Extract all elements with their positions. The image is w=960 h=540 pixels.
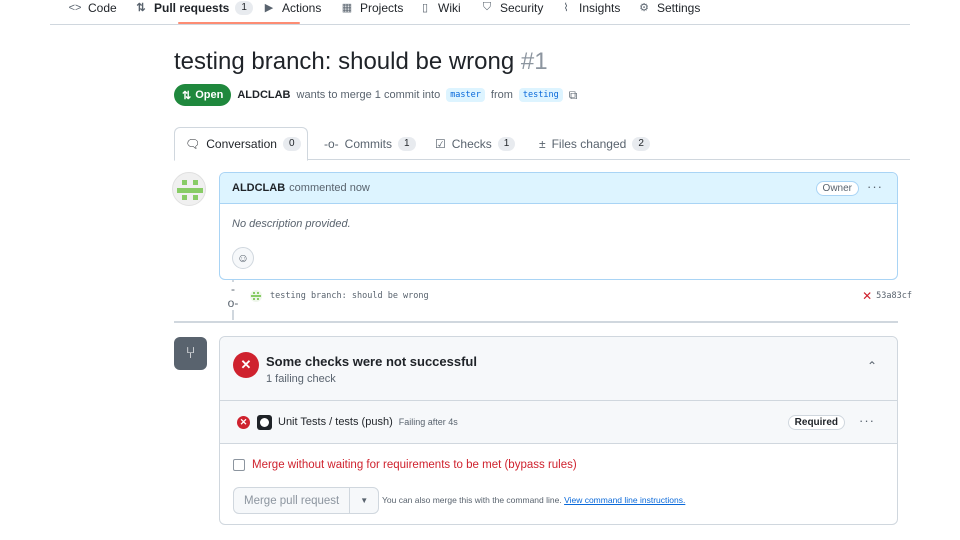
nav-item-insights[interactable]: ⌇ Insights <box>559 0 620 15</box>
code-icon: <> <box>68 1 82 14</box>
tab-count: 0 <box>282 137 301 151</box>
failure-x-icon[interactable]: ✕ <box>862 289 872 303</box>
chevron-up-icon[interactable]: ⌃ <box>867 359 877 373</box>
merge-pull-request-button[interactable]: Merge pull request <box>234 488 351 513</box>
repo-nav: <> Code ⇅ Pull requests 1 ▶ Actions ▦ Pr… <box>50 0 910 25</box>
pr-number: #1 <box>520 48 548 75</box>
nav-item-settings[interactable]: ⚙ Settings <box>637 0 700 15</box>
nav-item-label: Projects <box>360 0 404 15</box>
nav-item-pull-requests[interactable]: ⇅ Pull requests 1 <box>134 0 253 15</box>
base-branch[interactable]: master <box>446 88 485 102</box>
nav-item-label: Code <box>88 0 117 15</box>
tab-label: Checks <box>451 136 492 151</box>
tab-label: Commits <box>344 136 393 151</box>
checklist-icon: ☑ <box>435 136 446 151</box>
commit-icon: -o- <box>226 282 240 310</box>
status-badge: ⇅ Open <box>174 84 232 106</box>
merge-button-group: Merge pull request ▼ <box>233 487 380 514</box>
tab-commits[interactable]: -o- Commits 1 <box>314 127 426 160</box>
bypass-label[interactable]: Merge without waiting for requirements t… <box>252 459 577 471</box>
book-icon: ▯ <box>421 2 429 14</box>
tab-label: Files changed <box>551 136 627 151</box>
page-title: testing branch: should be wrong #1 <box>174 48 548 76</box>
timeline-commit: -o- testing branch: should be wrong ✕ 53… <box>226 282 912 310</box>
command-line-hint-text: You can also merge this with the command… <box>382 495 562 505</box>
nav-item-projects[interactable]: ▦ Projects <box>340 0 404 15</box>
status-badge-label: Open <box>195 89 224 101</box>
check-name[interactable]: Unit Tests / tests (push) <box>278 416 393 428</box>
pull-request-icon: ⇅ <box>136 2 146 14</box>
nav-item-label: Actions <box>282 0 322 15</box>
merge-text: wants to merge 1 commit into <box>296 89 441 101</box>
commit-sha[interactable]: 53a83cf <box>876 291 912 301</box>
gear-icon: ⚙ <box>639 2 649 14</box>
triangle-down-icon: ▼ <box>360 496 369 505</box>
smiley-icon: ☺ <box>236 251 250 265</box>
commit-sha-group: ✕ 53a83cf <box>862 289 912 303</box>
shield-icon: ⛉ <box>482 1 492 13</box>
nav-item-code[interactable]: <> Code <box>68 0 117 15</box>
pr-author-link[interactable]: ALDCLAB <box>237 89 290 101</box>
nav-item-actions[interactable]: ▶ Actions <box>262 0 322 15</box>
comment-header: ALDCLAB commented now Owner ··· <box>220 173 897 204</box>
copy-icon[interactable]: ⧉ <box>569 88 578 103</box>
table-icon: ▦ <box>341 2 353 14</box>
file-diff-icon: ± <box>539 136 546 151</box>
nav-item-label: Insights <box>579 0 621 15</box>
active-nav-underline <box>178 22 300 24</box>
timeline-divider <box>174 321 898 323</box>
bypass-rules-option[interactable]: Merge without waiting for requirements t… <box>233 459 577 471</box>
play-icon: ▶ <box>264 2 274 14</box>
nav-item-security[interactable]: ⛉ Security <box>480 0 543 15</box>
graph-icon: ⌇ <box>563 2 569 14</box>
command-line-hint: You can also merge this with the command… <box>382 495 685 505</box>
tab-count: 1 <box>497 136 516 151</box>
comment-timestamp[interactable]: commented now <box>289 182 370 194</box>
checks-title: Some checks were not successful <box>266 354 477 369</box>
github-icon <box>257 414 272 430</box>
add-reaction-button[interactable]: ☺ <box>232 247 254 269</box>
comment-author[interactable]: ALDCLAB <box>232 182 285 194</box>
pr-state-row: ⇅ Open ALDCLAB wants to merge 1 commit i… <box>174 84 577 106</box>
comment-body: No description provided. <box>232 218 351 230</box>
nav-item-label: Security <box>500 0 544 15</box>
nav-item-label: Wiki <box>438 0 461 15</box>
nav-item-label: Pull requests <box>154 0 230 15</box>
commit-icon: -o- <box>324 136 339 151</box>
git-merge-icon: ⑂ <box>174 337 207 370</box>
tab-count: 1 <box>398 136 416 151</box>
tab-count: 2 <box>632 136 650 151</box>
merge-from-text: from <box>490 89 513 101</box>
merge-dropdown-button[interactable]: ▼ <box>350 488 378 513</box>
check-item: ✕ Unit Tests / tests (push) Failing afte… <box>220 401 897 444</box>
bypass-checkbox[interactable] <box>233 459 245 471</box>
failure-x-icon: ✕ <box>233 352 259 378</box>
nav-item-wiki[interactable]: ▯ Wiki <box>418 0 461 15</box>
command-line-instructions-link[interactable]: View command line instructions. <box>564 495 685 505</box>
tab-label: Conversation <box>206 137 277 151</box>
check-status: Failing after 4s <box>398 417 458 427</box>
required-badge: Required <box>787 415 845 430</box>
commit-message[interactable]: testing branch: should be wrong <box>270 291 429 301</box>
kebab-menu-icon[interactable]: ··· <box>859 413 875 428</box>
avatar[interactable] <box>172 172 206 206</box>
merge-box: ✕ Some checks were not successful 1 fail… <box>219 336 898 525</box>
pull-request-icon: ⇅ <box>182 89 192 102</box>
pr-tabs: 🗨 Conversation 0 -o- Commits 1 ☑ Checks … <box>174 127 910 161</box>
kebab-menu-icon[interactable]: ··· <box>867 179 883 194</box>
tab-conversation[interactable]: 🗨 Conversation 0 <box>174 127 308 161</box>
pr-description-comment: ALDCLAB commented now Owner ··· No descr… <box>219 172 898 280</box>
comment-icon: 🗨 <box>185 137 201 151</box>
pr-title-text: testing branch: should be wrong <box>174 48 515 75</box>
nav-item-label: Settings <box>657 0 701 15</box>
tab-checks[interactable]: ☑ Checks 1 <box>425 127 525 160</box>
pull-requests-count: 1 <box>235 0 253 15</box>
owner-badge: Owner <box>815 181 859 196</box>
commit-avatar[interactable] <box>250 290 262 302</box>
failure-x-icon: ✕ <box>237 415 250 429</box>
checks-summary[interactable]: ✕ Some checks were not successful 1 fail… <box>220 337 897 401</box>
head-branch[interactable]: testing <box>518 88 563 102</box>
checks-subtitle: 1 failing check <box>266 373 336 385</box>
tab-files-changed[interactable]: ± Files changed 2 <box>529 127 660 160</box>
